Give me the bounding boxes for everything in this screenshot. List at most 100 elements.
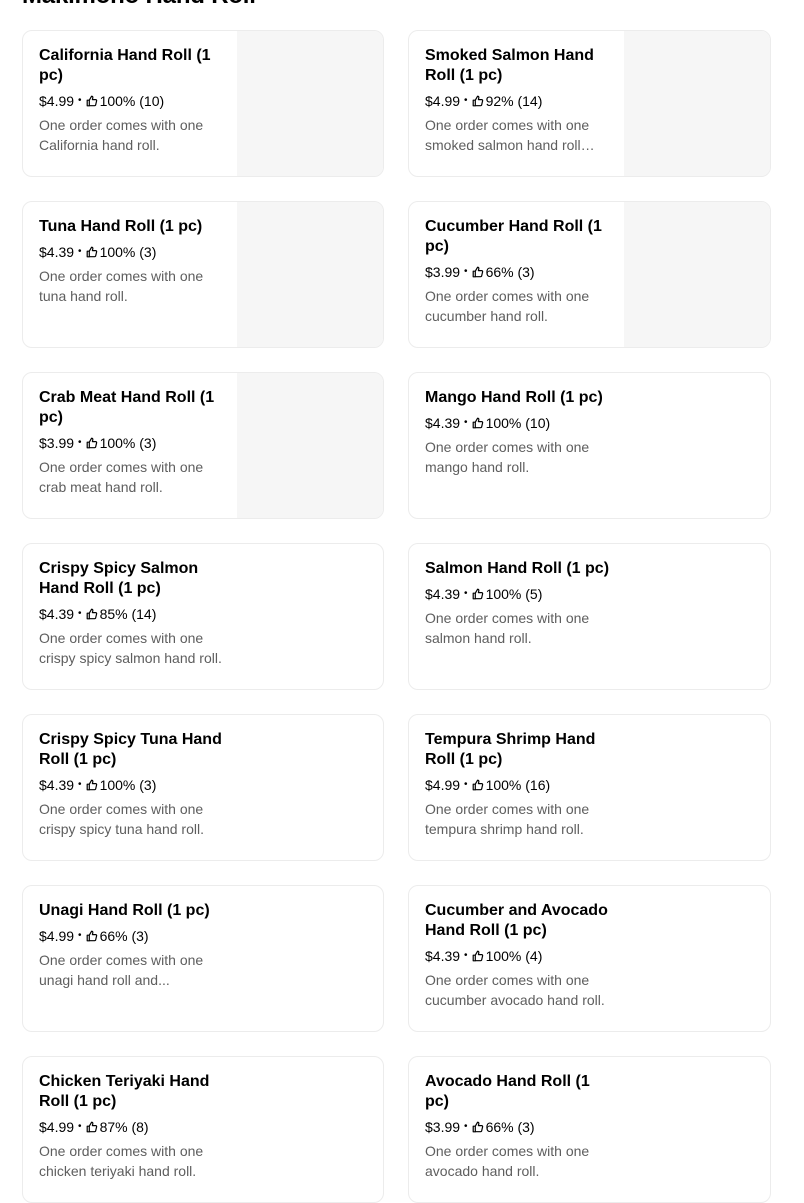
- menu-item-rating: 85% (14): [99, 606, 157, 622]
- menu-item-name: Crispy Spicy Salmon Hand Roll (1 pc): [39, 560, 199, 597]
- thumbs-up-icon: [86, 246, 98, 258]
- menu-item-card[interactable]: Crispy Spicy Tuna Hand Roll (1 pc) $4.39…: [22, 714, 384, 861]
- menu-item-rating: 100% (10): [485, 415, 551, 431]
- menu-item-rating: 66% (3): [485, 264, 535, 280]
- menu-item-description: One order comes with one mango hand roll…: [425, 439, 590, 475]
- menu-item-card[interactable]: Salmon Hand Roll (1 pc) $4.39 • 100% (5)…: [408, 543, 771, 690]
- menu-item-price: $4.39: [425, 948, 461, 964]
- thumbs-up-icon: [472, 950, 484, 962]
- menu-item-meta: $3.99 • 100% (3): [39, 433, 229, 453]
- menu-item-card[interactable]: Mango Hand Roll (1 pc) $4.39 • 100% (10)…: [408, 372, 771, 519]
- menu-item-description: One order comes with one tempura shrimp …: [425, 801, 590, 837]
- menu-item-body: Avocado Hand Roll (1 pc) $3.99 • 66% (3)…: [425, 1072, 615, 1181]
- menu-item-description: One order comes with one crispy spicy sa…: [39, 630, 222, 666]
- menu-item-body: Salmon Hand Roll (1 pc) $4.39 • 100% (5)…: [425, 559, 615, 648]
- menu-item-description: One order comes with one cucumber avocad…: [425, 972, 605, 1008]
- menu-item-rating: 100% (3): [99, 435, 157, 451]
- menu-item-name: Unagi Hand Roll (1 pc): [39, 902, 210, 919]
- menu-item-price: $4.99: [425, 777, 461, 793]
- section-title: Makimono Hand Roll: [22, 0, 256, 10]
- separator-dot: •: [464, 95, 468, 106]
- menu-item-price: $3.99: [425, 1119, 461, 1135]
- menu-item-body: Chicken Teriyaki Hand Roll (1 pc) $4.99 …: [39, 1072, 229, 1181]
- menu-item-rating: 66% (3): [99, 928, 149, 944]
- menu-item-name: Avocado Hand Roll (1 pc): [425, 1073, 590, 1110]
- menu-item-description: One order comes with one tuna hand roll.: [39, 268, 204, 304]
- menu-item-meta: $4.39 • 100% (5): [425, 584, 615, 604]
- thumbs-up-icon: [86, 95, 98, 107]
- thumbs-up-icon: [86, 1121, 98, 1133]
- thumbs-up-icon: [472, 779, 484, 791]
- menu-item-rating: 100% (3): [99, 777, 157, 793]
- menu-item-meta: $4.99 • 92% (14): [425, 91, 615, 111]
- menu-item-price: $4.39: [39, 244, 75, 260]
- menu-item-meta: $4.39 • 85% (14): [39, 604, 229, 624]
- menu-item-price: $4.99: [39, 1119, 75, 1135]
- menu-item-meta: $4.99 • 100% (10): [39, 91, 229, 111]
- menu-item-price: $4.99: [39, 93, 75, 109]
- menu-item-meta: $4.39 • 100% (10): [425, 413, 615, 433]
- menu-item-body: Smoked Salmon Hand Roll (1 pc) $4.99 • 9…: [425, 46, 615, 155]
- separator-dot: •: [78, 246, 82, 257]
- menu-item-description: One order comes with one chicken teriyak…: [39, 1143, 204, 1179]
- menu-item-card[interactable]: California Hand Roll (1 pc) $4.99 • 100%…: [22, 30, 384, 177]
- menu-item-meta: $4.39 • 100% (3): [39, 242, 229, 262]
- menu-item-body: Crab Meat Hand Roll (1 pc) $3.99 • 100% …: [39, 388, 229, 497]
- menu-item-card[interactable]: Avocado Hand Roll (1 pc) $3.99 • 66% (3)…: [408, 1056, 771, 1203]
- menu-item-body: Cucumber and Avocado Hand Roll (1 pc) $4…: [425, 901, 615, 1010]
- separator-dot: •: [464, 950, 468, 961]
- menu-item-name: Smoked Salmon Hand Roll (1 pc): [425, 47, 594, 84]
- separator-dot: •: [78, 930, 82, 941]
- menu-item-meta: $3.99 • 66% (3): [425, 262, 615, 282]
- menu-item-description: One order comes with one avocado hand ro…: [425, 1143, 590, 1179]
- menu-item-name: Cucumber Hand Roll (1 pc): [425, 218, 602, 255]
- separator-dot: •: [464, 1121, 468, 1132]
- menu-item-meta: $4.99 • 66% (3): [39, 926, 229, 946]
- menu-item-price: $4.99: [425, 93, 461, 109]
- separator-dot: •: [78, 1121, 82, 1132]
- menu-item-price: $4.39: [425, 586, 461, 602]
- separator-dot: •: [464, 266, 468, 277]
- menu-item-description: One order comes with one smoked salmon h…: [425, 117, 590, 153]
- thumbs-up-icon: [472, 417, 484, 429]
- menu-item-card[interactable]: Cucumber and Avocado Hand Roll (1 pc) $4…: [408, 885, 771, 1032]
- menu-item-description: One order comes with one crab meat hand …: [39, 459, 204, 495]
- menu-item-price: $4.39: [39, 777, 75, 793]
- menu-item-body: Unagi Hand Roll (1 pc) $4.99 • 66% (3) O…: [39, 901, 229, 990]
- menu-item-card[interactable]: Cucumber Hand Roll (1 pc) $3.99 • 66% (3…: [408, 201, 771, 348]
- menu-item-rating: 100% (4): [485, 948, 543, 964]
- menu-item-description: One order comes with one unagi hand roll…: [39, 952, 204, 988]
- separator-dot: •: [464, 779, 468, 790]
- separator-dot: •: [78, 437, 82, 448]
- thumbs-up-icon: [86, 779, 98, 791]
- menu-item-rating: 87% (8): [99, 1119, 149, 1135]
- menu-item-card[interactable]: Tuna Hand Roll (1 pc) $4.39 • 100% (3) O…: [22, 201, 384, 348]
- menu-item-body: Tempura Shrimp Hand Roll (1 pc) $4.99 • …: [425, 730, 615, 839]
- menu-item-name: Cucumber and Avocado Hand Roll (1 pc): [425, 902, 608, 939]
- menu-item-card[interactable]: Crab Meat Hand Roll (1 pc) $3.99 • 100% …: [22, 372, 384, 519]
- thumbs-up-icon: [472, 588, 484, 600]
- menu-item-name: Tempura Shrimp Hand Roll (1 pc): [425, 731, 596, 768]
- menu-item-price: $4.39: [425, 415, 461, 431]
- menu-item-description: One order comes with one salmon hand rol…: [425, 610, 590, 646]
- menu-item-meta: $3.99 • 66% (3): [425, 1117, 615, 1137]
- menu-item-card[interactable]: Smoked Salmon Hand Roll (1 pc) $4.99 • 9…: [408, 30, 771, 177]
- menu-item-meta: $4.39 • 100% (3): [39, 775, 229, 795]
- menu-item-rating: 92% (14): [485, 93, 543, 109]
- menu-item-image: [624, 31, 770, 176]
- menu-item-body: California Hand Roll (1 pc) $4.99 • 100%…: [39, 46, 229, 155]
- menu-item-meta: $4.99 • 87% (8): [39, 1117, 229, 1137]
- menu-item-card[interactable]: Tempura Shrimp Hand Roll (1 pc) $4.99 • …: [408, 714, 771, 861]
- menu-item-card[interactable]: Unagi Hand Roll (1 pc) $4.99 • 66% (3) O…: [22, 885, 384, 1032]
- menu-item-card[interactable]: Chicken Teriyaki Hand Roll (1 pc) $4.99 …: [22, 1056, 384, 1203]
- separator-dot: •: [78, 608, 82, 619]
- menu-item-name: Crispy Spicy Tuna Hand Roll (1 pc): [39, 731, 222, 768]
- menu-item-card[interactable]: Crispy Spicy Salmon Hand Roll (1 pc) $4.…: [22, 543, 384, 690]
- menu-item-body: Cucumber Hand Roll (1 pc) $3.99 • 66% (3…: [425, 217, 615, 326]
- menu-item-rating: 100% (3): [99, 244, 157, 260]
- menu-item-image: [237, 31, 383, 176]
- menu-item-name: Crab Meat Hand Roll (1 pc): [39, 389, 215, 426]
- menu-item-name: Chicken Teriyaki Hand Roll (1 pc): [39, 1073, 210, 1110]
- menu-item-image: [624, 202, 770, 347]
- separator-dot: •: [78, 95, 82, 106]
